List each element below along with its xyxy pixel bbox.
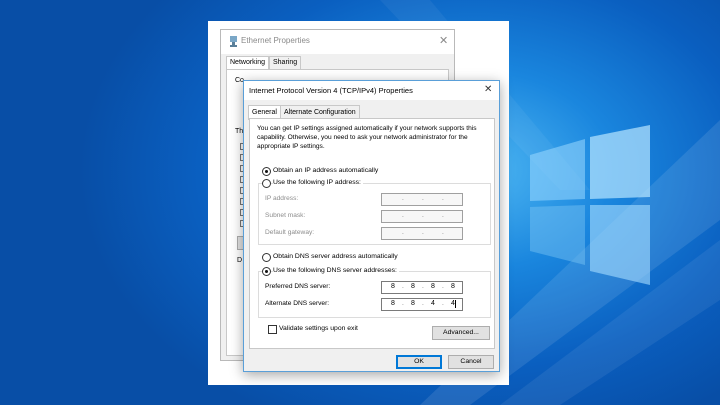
items-label-partial: Th (235, 128, 244, 135)
ethernet-title-bar[interactable]: Ethernet Properties ✕ (221, 30, 454, 54)
advanced-button[interactable]: Advanced... (432, 326, 490, 340)
use-following-ip-radio[interactable] (262, 179, 271, 188)
obtain-ip-automatically-label[interactable]: Obtain an IP address automatically (273, 167, 378, 174)
obtain-ip-automatically-radio[interactable] (262, 167, 271, 176)
network-adapter-icon (230, 36, 237, 47)
alternate-dns-input[interactable]: 8. 8. 4. 4 (381, 298, 463, 311)
close-icon[interactable]: ✕ (484, 84, 492, 95)
tab-alternate-configuration[interactable]: Alternate Configuration (280, 105, 360, 119)
subnet-mask-label: Subnet mask: (265, 212, 306, 219)
obtain-dns-automatically-radio[interactable] (262, 253, 271, 262)
tab-sharing[interactable]: Sharing (269, 56, 302, 69)
general-tab-body: You can get IP settings assigned automat… (249, 118, 495, 349)
close-icon[interactable]: ✕ (439, 34, 448, 47)
default-gateway-input: . . . (381, 227, 463, 240)
ip-address-input: . . . (381, 193, 463, 206)
ok-button[interactable]: OK (396, 355, 442, 369)
use-following-ip-label[interactable]: Use the following IP address: (273, 179, 363, 186)
ethernet-title: Ethernet Properties (241, 36, 310, 45)
validate-settings-label[interactable]: Validate settings upon exit (279, 325, 358, 332)
default-gateway-label: Default gateway: (265, 229, 315, 236)
preferred-dns-input[interactable]: 8. 8. 8. 8 (381, 281, 463, 294)
cancel-button[interactable]: Cancel (448, 355, 494, 369)
windows-logo (530, 125, 650, 285)
ipv4-title: Internet Protocol Version 4 (TCP/IPv4) P… (249, 86, 413, 95)
use-following-dns-label[interactable]: Use the following DNS server addresses: (273, 267, 399, 274)
text-caret (455, 300, 456, 308)
subnet-mask-input: . . . (381, 210, 463, 223)
obtain-dns-automatically-label[interactable]: Obtain DNS server address automatically (273, 253, 398, 260)
ipv4-properties-dialog: Internet Protocol Version 4 (TCP/IPv4) P… (243, 80, 500, 372)
alternate-dns-label: Alternate DNS server: (265, 300, 330, 307)
description-label-partial: D (237, 257, 243, 264)
ip-address-label: IP address: (265, 195, 299, 202)
intro-text: You can get IP settings assigned automat… (257, 125, 477, 150)
ipv4-title-bar[interactable]: Internet Protocol Version 4 (TCP/IPv4) P… (244, 81, 499, 100)
validate-settings-checkbox[interactable] (268, 325, 277, 334)
tab-networking[interactable]: Networking (226, 56, 270, 69)
use-following-dns-radio[interactable] (262, 267, 271, 276)
preferred-dns-label: Preferred DNS server: (265, 283, 331, 290)
